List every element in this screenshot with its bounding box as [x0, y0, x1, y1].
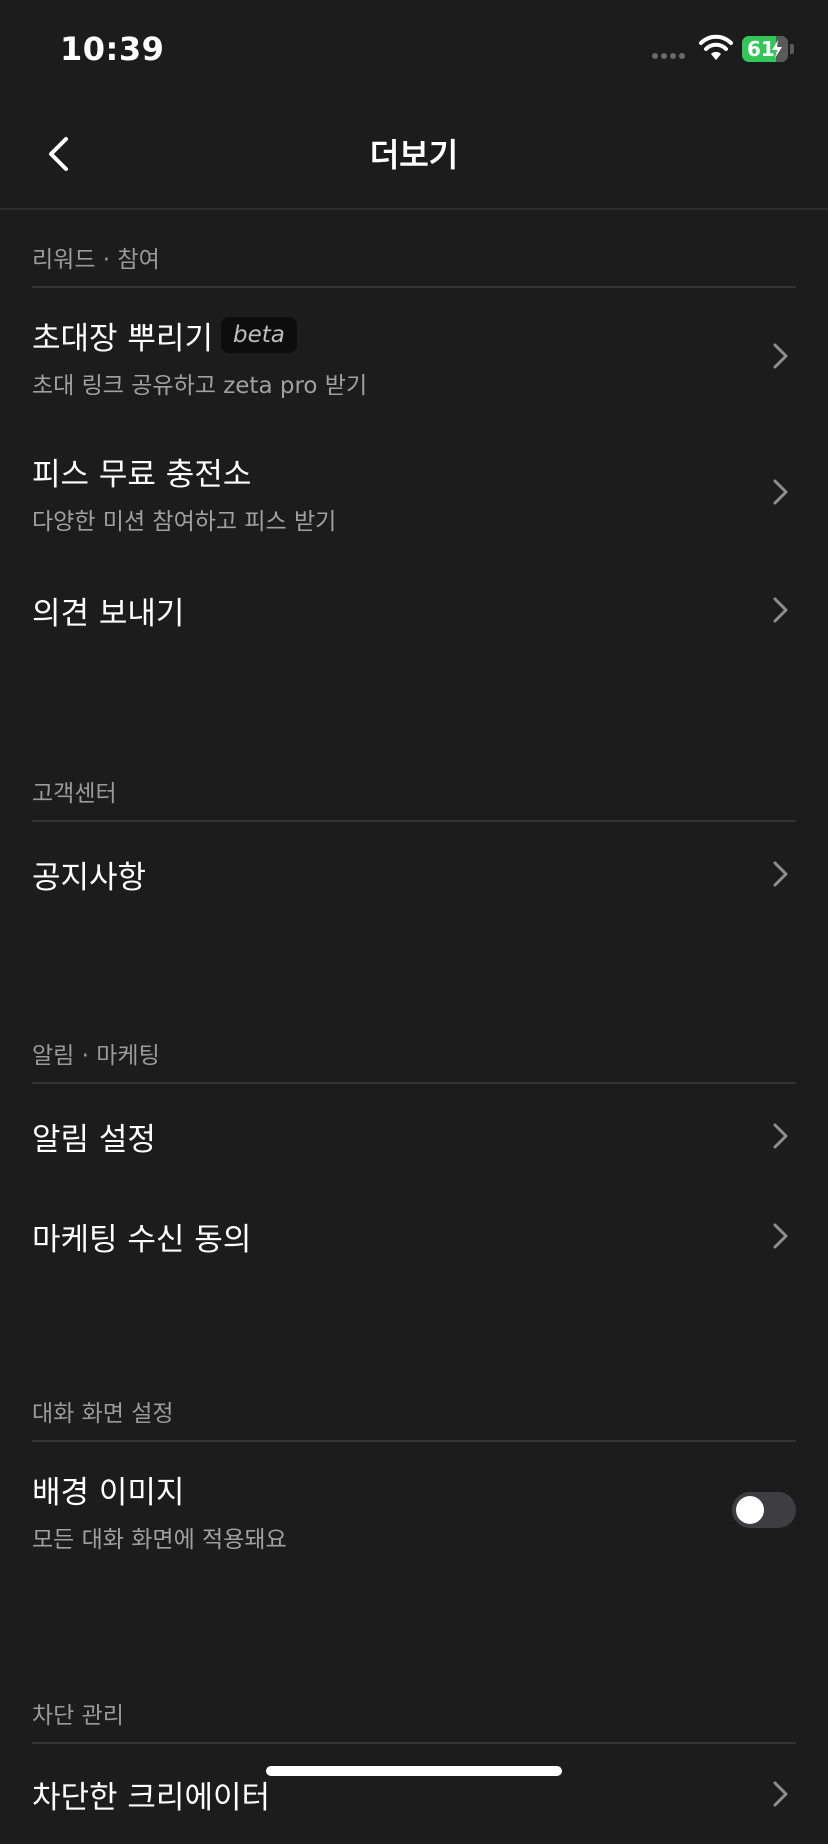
battery-icon: 61	[742, 36, 788, 62]
chevron-right-icon	[773, 597, 788, 623]
chevron-right-icon	[773, 861, 788, 887]
section-header-alerts: 알림 · 마케팅	[32, 1006, 796, 1084]
toggle-knob	[736, 1496, 764, 1524]
section-header-block: 차단 관리	[32, 1666, 796, 1744]
charging-bolt-icon	[772, 40, 782, 58]
invite-subtitle: 초대 링크 공유하고 zeta pro 받기	[32, 372, 368, 399]
section-block: 차단 관리 차단한 크리에이터	[0, 1666, 828, 1844]
notice-row[interactable]: 공지사항	[32, 822, 796, 926]
free-charge-subtitle: 다양한 미션 참여하고 피스 받기	[32, 508, 337, 535]
navigation-bar: 더보기	[0, 100, 828, 210]
wifi-icon	[699, 34, 733, 60]
background-image-subtitle: 모든 대화 화면에 적용돼요	[32, 1526, 287, 1553]
status-time: 10:39	[60, 30, 165, 68]
section-header-chat-screen: 대화 화면 설정	[32, 1364, 796, 1442]
chevron-right-icon	[773, 343, 788, 369]
invite-row[interactable]: 초대장 뿌리기 beta 초대 링크 공유하고 zeta pro 받기	[32, 288, 796, 424]
blocked-creators-title: 차단한 크리에이터	[32, 1779, 271, 1816]
section-header-reward: 리워드 · 참여	[32, 210, 796, 288]
section-chat-screen: 대화 화면 설정 배경 이미지 모든 대화 화면에 적용돼요	[0, 1364, 828, 1578]
background-image-title: 배경 이미지	[32, 1474, 185, 1511]
section-support: 고객센터 공지사항	[0, 744, 828, 926]
section-header-support: 고객센터	[32, 744, 796, 822]
invite-title: 초대장 뿌리기	[32, 320, 213, 357]
background-image-toggle[interactable]	[732, 1492, 796, 1528]
notification-settings-row[interactable]: 알림 설정	[32, 1084, 796, 1188]
feedback-title: 의견 보내기	[32, 595, 185, 632]
free-charge-title: 피스 무료 충전소	[32, 456, 252, 493]
blocked-creators-row[interactable]: 차단한 크리에이터	[32, 1744, 796, 1844]
marketing-consent-row[interactable]: 마케팅 수신 동의	[32, 1188, 796, 1284]
cellular-signal-icon	[652, 53, 685, 59]
section-reward: 리워드 · 참여 초대장 뿌리기 beta 초대 링크 공유하고 zeta pr…	[0, 210, 828, 660]
chevron-right-icon	[773, 1781, 788, 1807]
home-indicator	[266, 1766, 562, 1776]
marketing-consent-title: 마케팅 수신 동의	[32, 1221, 252, 1258]
page-title: 더보기	[369, 136, 459, 174]
background-image-row: 배경 이미지 모든 대화 화면에 적용돼요	[32, 1442, 796, 1578]
section-alerts: 알림 · 마케팅 알림 설정 마케팅 수신 동의	[0, 1006, 828, 1284]
free-charge-row[interactable]: 피스 무료 충전소 다양한 미션 참여하고 피스 받기	[32, 424, 796, 560]
chevron-right-icon	[773, 1123, 788, 1149]
status-bar: 10:39 61	[0, 0, 828, 100]
chevron-right-icon	[773, 479, 788, 505]
chevron-right-icon	[773, 1223, 788, 1249]
feedback-row[interactable]: 의견 보내기	[32, 560, 796, 660]
beta-badge: beta	[220, 317, 297, 353]
notice-title: 공지사항	[32, 859, 147, 896]
battery-cap	[790, 44, 794, 54]
settings-list: 리워드 · 참여 초대장 뿌리기 beta 초대 링크 공유하고 zeta pr…	[0, 210, 828, 1844]
notification-settings-title: 알림 설정	[32, 1121, 156, 1158]
